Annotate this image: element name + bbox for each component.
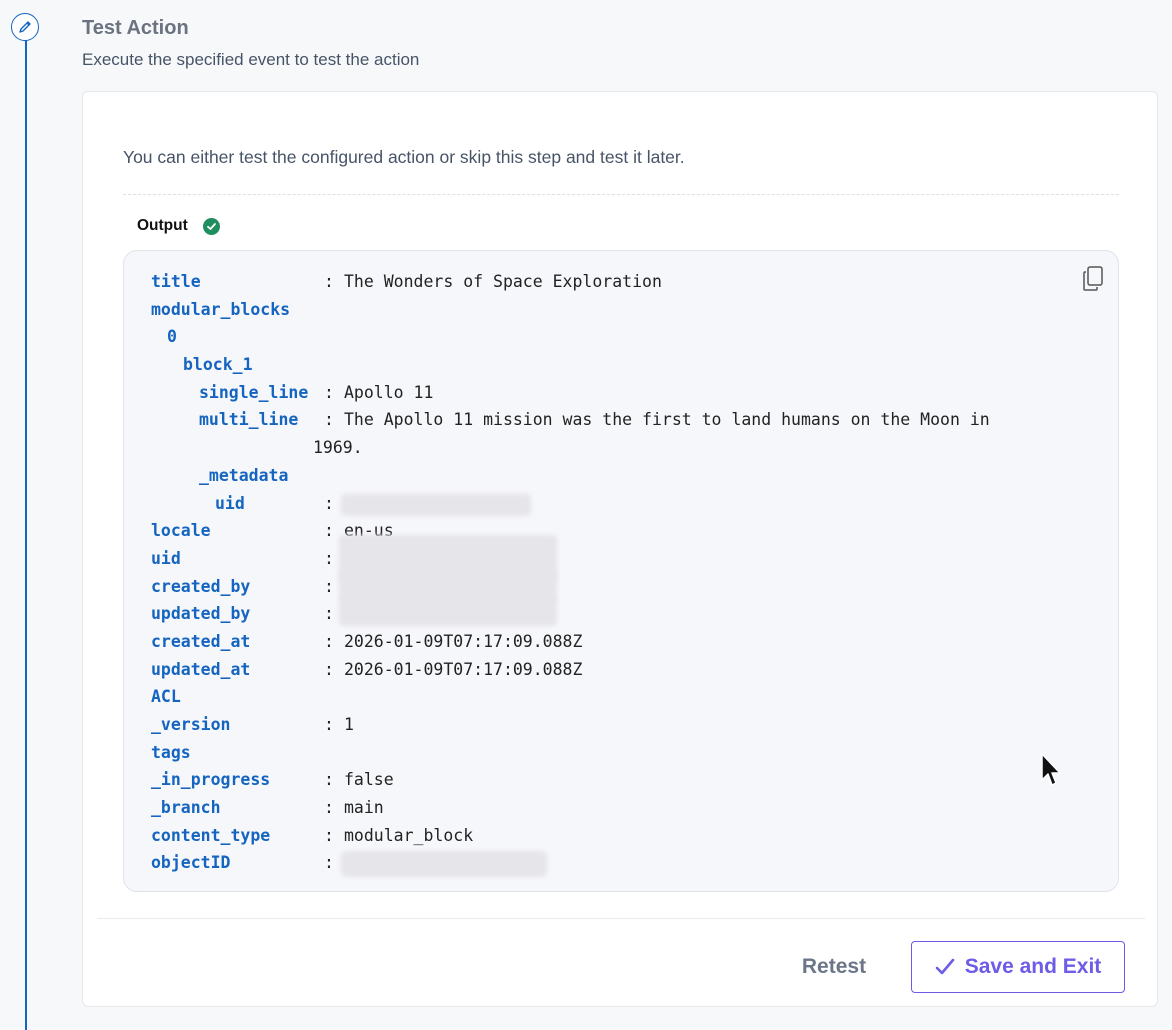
colon: : xyxy=(324,770,334,790)
colon: : xyxy=(324,548,334,568)
output-value: false xyxy=(344,770,394,790)
retest-button[interactable]: Retest xyxy=(783,942,885,992)
output-key: _branch xyxy=(151,798,221,818)
divider xyxy=(123,194,1119,195)
output-key: _version xyxy=(151,715,231,735)
colon: : xyxy=(324,493,334,513)
output-value: The Apollo 11 mission was the first to l… xyxy=(313,410,990,458)
output-panel: title : The Wonders of Space Exploration… xyxy=(123,250,1119,892)
redacted-value xyxy=(341,851,547,878)
output-value: 1 xyxy=(344,715,354,735)
output-value: 2026-01-09T07:17:09.088Z xyxy=(344,631,583,651)
output-row-branch: _branch : main xyxy=(151,794,1098,822)
output-key: ACL xyxy=(151,687,181,707)
output-row-metadata: _metadata xyxy=(151,462,1098,490)
step-title: Test Action xyxy=(82,17,189,39)
output-row-single-line: single_line : Apollo 11 xyxy=(151,379,1098,407)
save-and-exit-button[interactable]: Save and Exit xyxy=(911,941,1125,993)
output-code: title : The Wonders of Space Exploration… xyxy=(151,268,1098,878)
pencil-icon xyxy=(11,13,39,41)
output-value: modular_block xyxy=(344,825,474,845)
output-key: locale xyxy=(151,521,211,541)
output-row-object-id: objectID : xyxy=(151,849,1098,878)
redacted-value xyxy=(339,596,557,627)
output-row-tags: tags xyxy=(151,739,1098,767)
output-row-created-at: created_at : 2026-01-09T07:17:09.088Z xyxy=(151,628,1098,656)
output-row-locale: locale : en-us xyxy=(151,517,1098,545)
output-key: objectID xyxy=(151,853,231,873)
colon: : xyxy=(324,382,334,402)
output-row-block: block_1 xyxy=(151,351,1098,379)
output-row-acl: ACL xyxy=(151,683,1098,711)
output-key: updated_at xyxy=(151,659,251,679)
output-key: modular_blocks xyxy=(151,299,291,319)
test-action-card: You can either test the configured actio… xyxy=(82,91,1158,1007)
output-row-title: title : The Wonders of Space Exploration xyxy=(151,268,1098,296)
output-key: block_1 xyxy=(183,355,253,375)
output-key: uid xyxy=(151,548,181,568)
colon: : xyxy=(324,604,334,624)
colon: : xyxy=(324,853,334,873)
output-key: updated_by xyxy=(151,604,251,624)
output-key: created_at xyxy=(151,631,251,651)
output-value: Apollo 11 xyxy=(344,382,434,402)
output-value: main xyxy=(344,798,384,818)
save-and-exit-label: Save and Exit xyxy=(964,955,1102,978)
output-row-updated-by: updated_by : xyxy=(151,596,1098,628)
redacted-value xyxy=(341,493,531,516)
output-row-content-type: content_type : modular_block xyxy=(151,822,1098,850)
output-key: _in_progress xyxy=(151,770,271,790)
colon: : xyxy=(324,631,334,651)
output-value: The Wonders of Space Exploration xyxy=(344,272,662,291)
output-key: tags xyxy=(151,742,191,762)
output-key: 0 xyxy=(167,327,177,347)
output-key: uid xyxy=(215,493,245,513)
output-key: title xyxy=(151,272,201,291)
colon: : xyxy=(324,659,334,679)
step-subtitle: Execute the specified event to test the … xyxy=(82,50,420,69)
output-key: content_type xyxy=(151,825,271,845)
output-label: Output xyxy=(137,217,188,234)
output-key: _metadata xyxy=(199,465,289,485)
check-circle-icon xyxy=(203,218,220,235)
colon: : xyxy=(324,272,334,291)
colon: : xyxy=(324,798,334,818)
output-row-meta-uid: uid : xyxy=(151,490,1098,518)
output-key: single_line xyxy=(199,382,309,402)
output-value: 2026-01-09T07:17:09.088Z xyxy=(344,659,583,679)
card-description: You can either test the configured actio… xyxy=(123,147,685,167)
timeline-line xyxy=(25,40,27,1030)
output-row-updated-at: updated_at : 2026-01-09T07:17:09.088Z xyxy=(151,656,1098,684)
colon: : xyxy=(324,825,334,845)
colon: : xyxy=(324,715,334,735)
output-row-modular-blocks: modular_blocks xyxy=(151,296,1098,324)
colon: : xyxy=(324,521,334,541)
output-row-created-by: created_by : xyxy=(151,568,1098,603)
checkmark-icon xyxy=(935,958,955,975)
output-row-index: 0 xyxy=(151,323,1098,351)
output-row-multi-line: multi_line : The Apollo 11 mission was t… xyxy=(151,406,1098,461)
output-row-in-progress: _in_progress : false xyxy=(151,766,1098,794)
output-row-uid: uid : xyxy=(151,534,1098,581)
colon: : xyxy=(324,576,334,596)
output-key: multi_line xyxy=(199,410,299,430)
footer-divider xyxy=(97,918,1145,919)
output-row-version: _version : 1 xyxy=(151,711,1098,739)
output-key: created_by xyxy=(151,576,251,596)
mouse-cursor-icon xyxy=(1040,752,1064,797)
